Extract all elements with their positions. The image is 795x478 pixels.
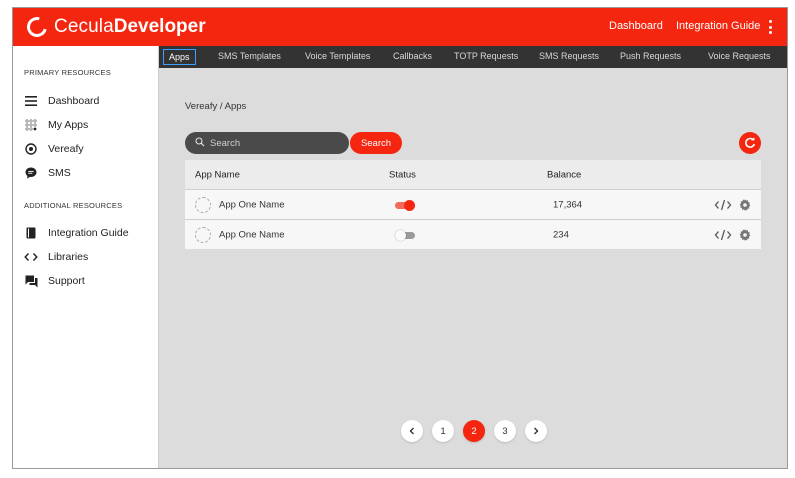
sidebar-item-libraries[interactable]: Libraries bbox=[24, 248, 88, 266]
book-icon bbox=[24, 226, 38, 240]
tab-voice-requests[interactable]: Voice Requests bbox=[708, 51, 771, 61]
brand-name-bold: Developer bbox=[113, 16, 206, 37]
status-toggle[interactable] bbox=[395, 200, 415, 211]
search-icon bbox=[195, 134, 205, 152]
page-1-button[interactable]: 1 bbox=[432, 420, 454, 442]
gear-icon[interactable] bbox=[739, 229, 751, 244]
refresh-button[interactable] bbox=[739, 132, 761, 154]
table-header: App Name Status Balance bbox=[185, 160, 761, 189]
sidebar-item-label: My Apps bbox=[48, 119, 89, 131]
tab-push-requests[interactable]: Push Requests bbox=[620, 51, 681, 61]
search-input[interactable] bbox=[210, 137, 330, 149]
sidebar-item-dashboard[interactable]: Dashboard bbox=[24, 92, 99, 110]
page-2-button[interactable]: 2 bbox=[463, 420, 485, 442]
cecula-logo-icon bbox=[23, 13, 51, 41]
tab-callbacks[interactable]: Callbacks bbox=[393, 51, 432, 61]
breadcrumb: Vereafy / Apps bbox=[185, 101, 247, 112]
app-name: App One Name bbox=[219, 229, 285, 240]
app-balance: 17,364 bbox=[553, 199, 583, 210]
app-placeholder-icon bbox=[195, 197, 211, 213]
chevron-right-icon bbox=[534, 427, 539, 435]
sidebar-item-vereafy[interactable]: Vereafy bbox=[24, 140, 84, 158]
chevron-left-icon bbox=[409, 427, 414, 435]
forum-icon bbox=[24, 274, 38, 288]
header-status: Status bbox=[389, 169, 416, 180]
top-bar: Cecula Developer Dashboard Integration Gu… bbox=[13, 8, 787, 46]
tab-voice-templates[interactable]: Voice Templates bbox=[305, 51, 370, 61]
header-app-name: App Name bbox=[195, 169, 240, 180]
code-icon[interactable] bbox=[714, 199, 732, 214]
header-balance: Balance bbox=[547, 169, 582, 180]
apps-grid-icon bbox=[24, 118, 38, 132]
refresh-icon bbox=[745, 137, 756, 148]
app-name: App One Name bbox=[219, 199, 285, 210]
sidebar-item-label: Libraries bbox=[48, 251, 89, 263]
sidebar-item-sms[interactable]: SMS bbox=[24, 164, 71, 182]
tab-sms-templates[interactable]: SMS Templates bbox=[218, 51, 281, 61]
brand-name-light: Cecula bbox=[54, 16, 114, 37]
additional-resources-heading: ADDITIONAL RESOURCES bbox=[24, 201, 123, 210]
search-field[interactable] bbox=[185, 132, 349, 154]
brand-logo[interactable]: Cecula Developer bbox=[23, 13, 206, 41]
sidebar-item-my-apps[interactable]: My Apps bbox=[24, 116, 88, 134]
code-icon bbox=[24, 250, 38, 264]
previous-page-button[interactable] bbox=[401, 420, 423, 442]
more-menu-icon[interactable] bbox=[769, 20, 773, 34]
tab-bar: Apps SMS Templates Voice Templates Callb… bbox=[159, 46, 787, 68]
app-placeholder-icon bbox=[195, 227, 211, 243]
target-icon bbox=[24, 142, 38, 156]
primary-resources-heading: PRIMARY RESOURCES bbox=[24, 68, 111, 77]
top-nav-dashboard[interactable]: Dashboard bbox=[609, 20, 663, 32]
sidebar-item-integration-guide[interactable]: Integration Guide bbox=[24, 224, 129, 242]
pagination: 1 2 3 bbox=[401, 420, 547, 442]
next-page-button[interactable] bbox=[525, 420, 547, 442]
app-balance: 234 bbox=[553, 229, 569, 240]
chat-icon bbox=[24, 166, 38, 180]
gear-icon[interactable] bbox=[739, 199, 751, 214]
tab-apps[interactable]: Apps bbox=[163, 49, 196, 65]
sidebar-item-label: SMS bbox=[48, 167, 71, 179]
top-nav-integration-guide[interactable]: Integration Guide bbox=[676, 20, 760, 32]
sidebar: PRIMARY RESOURCES Dashboard My Apps Vere… bbox=[13, 46, 159, 468]
status-toggle[interactable] bbox=[395, 230, 415, 241]
app-window: Cecula Developer Dashboard Integration Gu… bbox=[12, 7, 788, 469]
tab-sms-requests[interactable]: SMS Requests bbox=[539, 51, 599, 61]
sidebar-item-label: Dashboard bbox=[48, 95, 100, 107]
table-row[interactable]: App One Name 234 bbox=[185, 219, 761, 249]
apps-table: App Name Status Balance App One Name 17,… bbox=[185, 160, 761, 249]
tab-totp-requests[interactable]: TOTP Requests bbox=[454, 51, 518, 61]
sidebar-item-label: Integration Guide bbox=[48, 227, 129, 239]
sidebar-item-label: Support bbox=[48, 275, 85, 287]
page-3-button[interactable]: 3 bbox=[494, 420, 516, 442]
menu-icon bbox=[24, 94, 38, 108]
table-row[interactable]: App One Name 17,364 bbox=[185, 189, 761, 219]
sidebar-item-support[interactable]: Support bbox=[24, 272, 85, 290]
search-button[interactable]: Search bbox=[350, 132, 402, 154]
sidebar-item-label: Vereafy bbox=[48, 143, 84, 155]
code-icon[interactable] bbox=[714, 229, 732, 244]
